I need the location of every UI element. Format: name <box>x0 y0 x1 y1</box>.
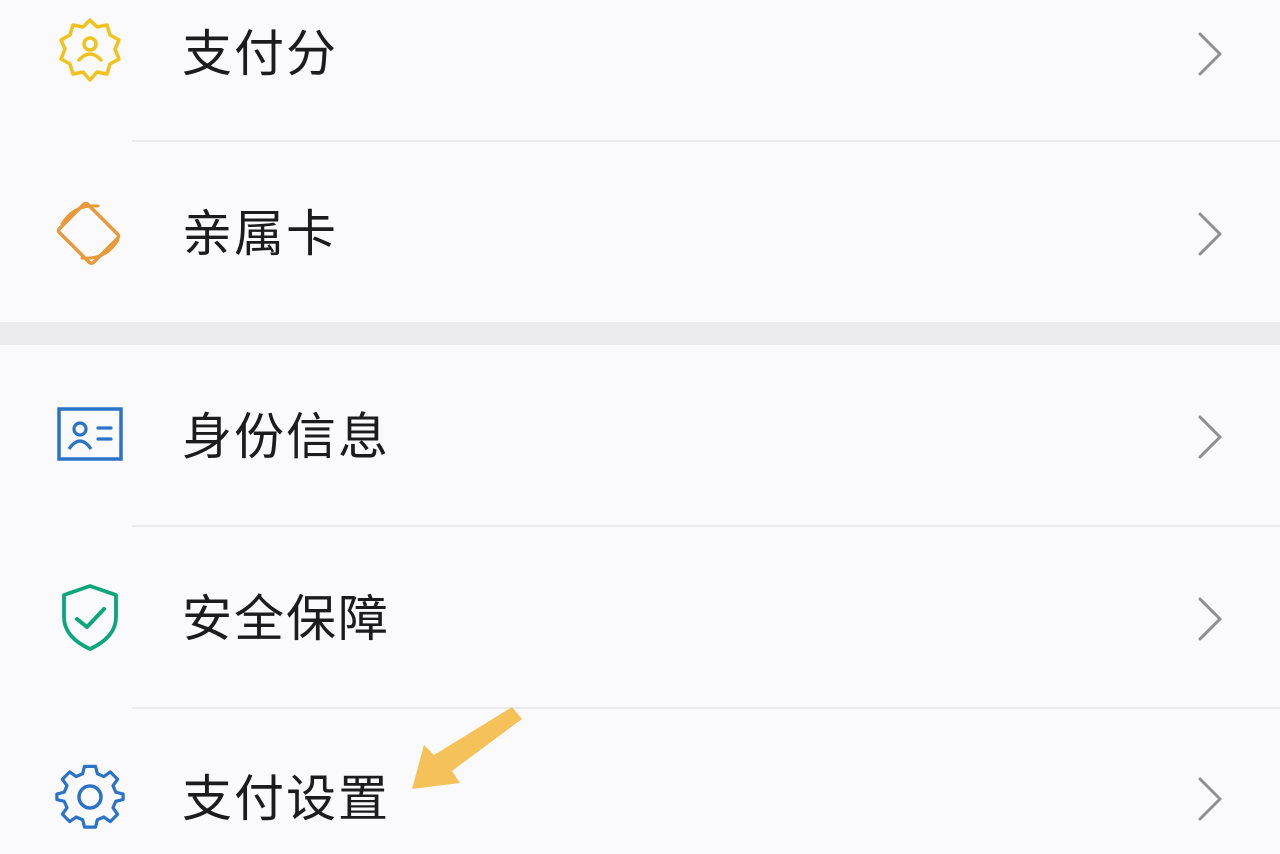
menu-item-label: 支付设置 <box>182 770 390 828</box>
menu-item-security[interactable]: 安全保障 <box>0 527 1280 707</box>
pointer-arrow-icon <box>400 695 530 795</box>
chevron-right-icon <box>1192 411 1228 463</box>
family-card-icon <box>52 194 128 270</box>
id-card-icon <box>52 397 128 473</box>
menu-item-label: 安全保障 <box>182 590 390 648</box>
gear-icon <box>52 759 128 835</box>
menu-item-label: 支付分 <box>182 25 338 83</box>
menu-item-label: 身份信息 <box>182 408 390 466</box>
menu-item-pay-settings[interactable]: 支付设置 <box>0 709 1280 854</box>
payscore-badge-icon <box>52 14 128 90</box>
chevron-right-icon <box>1192 773 1228 825</box>
section-gap <box>0 322 1280 345</box>
chevron-right-icon <box>1192 593 1228 645</box>
menu-item-payscore[interactable]: 支付分 <box>0 0 1280 140</box>
menu-item-label: 亲属卡 <box>182 205 338 263</box>
chevron-right-icon <box>1192 28 1228 80</box>
menu-item-identity[interactable]: 身份信息 <box>0 345 1280 525</box>
chevron-right-icon <box>1192 208 1228 260</box>
shield-check-icon <box>52 579 128 655</box>
menu-item-family-card[interactable]: 亲属卡 <box>0 142 1280 322</box>
